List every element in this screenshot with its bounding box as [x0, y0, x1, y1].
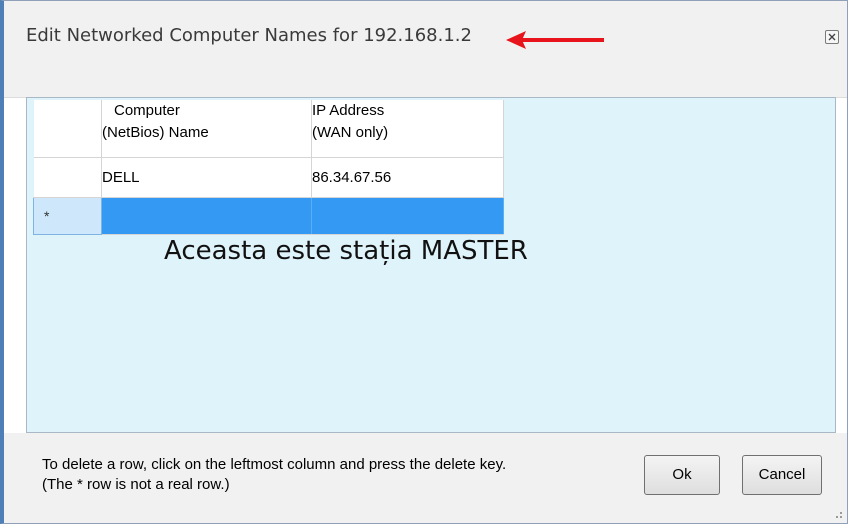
ok-button[interactable]: Ok: [644, 455, 720, 495]
new-row[interactable]: *: [33, 196, 504, 235]
cancel-button[interactable]: Cancel: [742, 455, 822, 495]
help-line: (The * row is not a real row.): [42, 476, 230, 493]
help-line: To delete a row, click on the leftmost c…: [42, 456, 507, 473]
title-bar: Edit Networked Computer Names for 192.16…: [4, 1, 847, 55]
ip-address-cell[interactable]: 86.34.67.56: [311, 157, 504, 198]
column-header-line: IP Address: [312, 102, 385, 119]
row-header[interactable]: [33, 157, 102, 198]
new-computer-name-cell[interactable]: [101, 197, 312, 235]
toolbar: [4, 55, 847, 98]
help-text: To delete a row, click on the leftmost c…: [42, 455, 506, 495]
column-header-line: Computer: [114, 102, 180, 119]
master-station-annotation: Aceasta este stația MASTER: [164, 236, 528, 266]
table-row[interactable]: DELL 86.34.67.56: [33, 157, 504, 198]
window-title: Edit Networked Computer Names for 192.16…: [26, 25, 472, 46]
column-header-ip-address[interactable]: IP Address (WAN only): [311, 100, 504, 158]
header-row: Computer (NetBios) Name IP Address (WAN …: [33, 100, 504, 158]
new-ip-address-cell[interactable]: [311, 197, 504, 235]
new-row-marker[interactable]: *: [33, 196, 102, 235]
computer-names-table: Computer (NetBios) Name IP Address (WAN …: [33, 100, 504, 235]
resize-grip-icon[interactable]: [831, 507, 843, 519]
close-button[interactable]: [825, 30, 839, 44]
red-arrow-annotation: [506, 31, 604, 49]
column-header-computer-name[interactable]: Computer (NetBios) Name: [101, 100, 312, 158]
grid-corner[interactable]: [33, 100, 102, 158]
dialog-window: Edit Networked Computer Names for 192.16…: [0, 0, 848, 524]
column-header-line: (NetBios) Name: [102, 124, 209, 141]
close-icon: [828, 33, 836, 41]
column-header-line: (WAN only): [312, 124, 389, 141]
computer-name-cell[interactable]: DELL: [101, 157, 312, 198]
